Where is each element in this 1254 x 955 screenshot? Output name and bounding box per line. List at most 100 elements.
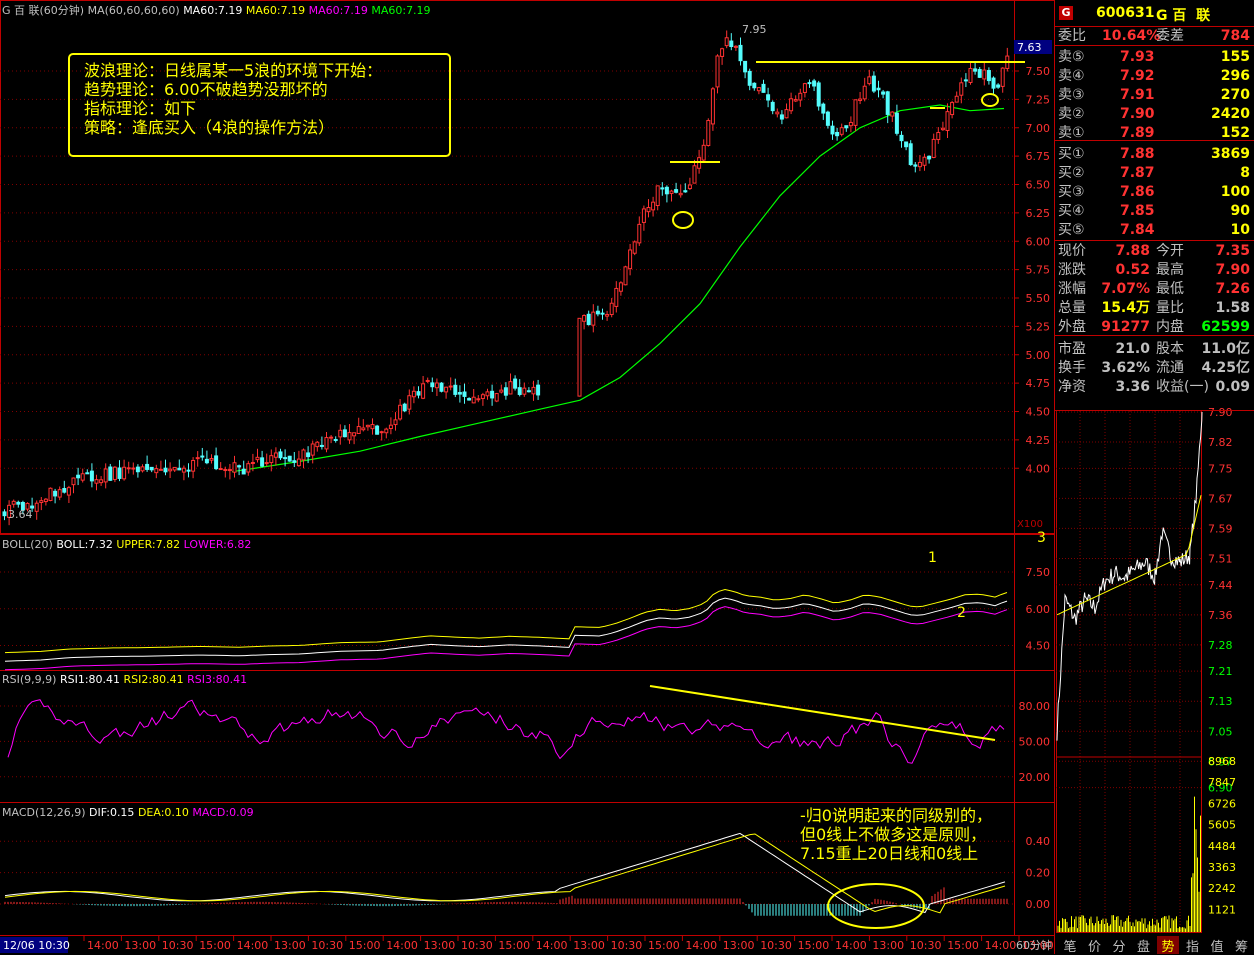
boll-upper: UPPER:7.82 bbox=[116, 538, 181, 551]
boll-tick-label: 6.00 bbox=[1026, 603, 1051, 616]
candle-body bbox=[186, 469, 191, 472]
candle-body bbox=[338, 429, 343, 438]
candle-body bbox=[766, 94, 771, 101]
x-tick-label: 10:30 bbox=[461, 939, 493, 952]
candle-body bbox=[108, 466, 113, 481]
candle-body bbox=[485, 391, 490, 397]
candle-body bbox=[871, 75, 876, 92]
candle-body bbox=[968, 67, 973, 83]
stat-row: 涨跌 0.52 最高 7.90 bbox=[1056, 261, 1254, 280]
candle-body bbox=[329, 436, 334, 439]
candle-body bbox=[655, 185, 660, 207]
candle-body bbox=[706, 120, 711, 146]
candle-body bbox=[71, 477, 76, 486]
candle-body bbox=[582, 315, 587, 322]
candle-body bbox=[756, 87, 761, 92]
candle-body bbox=[775, 111, 780, 115]
sell-volume: 296 bbox=[1220, 68, 1250, 84]
candle-body bbox=[39, 500, 44, 503]
sell-volume: 2420 bbox=[1211, 106, 1250, 122]
x-tick-label: 14:00 bbox=[536, 939, 568, 952]
tab-0[interactable]: 笔 bbox=[1059, 936, 1081, 955]
tab-6[interactable]: 值 bbox=[1206, 936, 1228, 955]
ma-label: MA(60,60,60,60) bbox=[87, 4, 180, 17]
candle-body bbox=[260, 457, 265, 467]
candle-body bbox=[494, 393, 499, 402]
candle-body bbox=[223, 469, 228, 472]
sell-row: 卖① 7.89 152 bbox=[1056, 124, 1254, 143]
boll-mid-line bbox=[4, 597, 1008, 662]
ma-value-3: MA60:7.19 bbox=[308, 4, 368, 17]
candle-body bbox=[126, 467, 131, 470]
candle-body bbox=[94, 479, 99, 484]
candle-body bbox=[375, 425, 380, 435]
intraday-vol-tick: 3363 bbox=[1208, 861, 1236, 874]
buy-label: 买② bbox=[1058, 165, 1085, 181]
candle-body bbox=[177, 467, 182, 471]
strategy-note: 波浪理论：日线属某一5浪的环境下开始： 趋势理论：6.00不破趋势没那坏的 指标… bbox=[68, 53, 451, 157]
period-label: 60分钟 bbox=[1016, 938, 1052, 952]
stat-value: 3.36 bbox=[1115, 379, 1150, 395]
stat-value: 0.09 bbox=[1215, 379, 1250, 395]
date-label: 12/06 10:30 bbox=[3, 939, 70, 952]
candle-body bbox=[356, 426, 361, 434]
candle-body bbox=[577, 317, 582, 397]
candle-body bbox=[835, 131, 840, 137]
buy-row: 买④ 7.85 90 bbox=[1056, 202, 1254, 221]
sell-label: 卖① bbox=[1058, 125, 1085, 141]
tab-5[interactable]: 指 bbox=[1182, 936, 1204, 955]
sell-label: 卖④ bbox=[1058, 68, 1085, 84]
candle-body bbox=[43, 498, 48, 503]
tab-2[interactable]: 分 bbox=[1108, 936, 1130, 955]
candle-body bbox=[292, 460, 297, 463]
tab-7[interactable]: 筹 bbox=[1231, 936, 1253, 955]
stat-value: 15.4万 bbox=[1101, 300, 1150, 316]
candle-body bbox=[402, 403, 407, 412]
x-tick-label: 14:00 bbox=[985, 939, 1017, 952]
intraday-price-tick: 7.05 bbox=[1208, 725, 1233, 738]
tab-4[interactable]: 势 bbox=[1157, 936, 1179, 955]
candle-body bbox=[922, 156, 927, 166]
x-tick-label: 15:00 bbox=[199, 939, 231, 952]
candle-body bbox=[526, 390, 531, 393]
intraday-vol-tick: 7847 bbox=[1208, 776, 1236, 789]
candle-body bbox=[720, 48, 725, 57]
tab-1[interactable]: 价 bbox=[1084, 936, 1106, 955]
candle-body bbox=[393, 419, 398, 426]
boll-mark-2: 2 bbox=[957, 605, 966, 621]
candle-body bbox=[439, 382, 444, 392]
intraday-vol-tick: 5605 bbox=[1208, 819, 1236, 832]
candle-body bbox=[982, 69, 987, 80]
candle-body bbox=[508, 381, 513, 395]
candle-body bbox=[641, 208, 646, 223]
stat-label: 收益(一) bbox=[1156, 379, 1209, 395]
tab-3[interactable]: 盘 bbox=[1133, 936, 1155, 955]
stat-label: 流通 bbox=[1156, 360, 1184, 376]
candle-body bbox=[163, 467, 168, 473]
candle-body bbox=[457, 392, 462, 395]
buy-volume: 90 bbox=[1230, 203, 1250, 219]
quote-panel: 委比 10.64% 委差 784 卖⑤ 7.93 155 卖④ 7.92 296 卖③ 7.9… bbox=[1056, 0, 1254, 410]
candle-body bbox=[416, 391, 421, 396]
candle-body bbox=[853, 99, 858, 126]
main-header: G 百 联(60分钟) MA(60,60,60,60) MA60:7.19 MA… bbox=[2, 2, 431, 18]
candle-body bbox=[227, 469, 232, 472]
buy-volume: 8 bbox=[1240, 165, 1250, 181]
y-tick-label: 5.00 bbox=[1026, 349, 1051, 362]
rsi-line bbox=[7, 699, 1005, 764]
candle-body bbox=[181, 467, 186, 473]
candle-body bbox=[954, 95, 959, 103]
intraday-price-tick: 7.44 bbox=[1208, 579, 1233, 592]
candle-body bbox=[264, 462, 269, 465]
candle-body bbox=[384, 428, 389, 434]
candle-body bbox=[908, 143, 913, 166]
y-tick-label: 4.00 bbox=[1026, 462, 1051, 475]
candle-body bbox=[306, 452, 311, 458]
candle-body bbox=[301, 449, 306, 461]
intraday-vol-tick: 1121 bbox=[1208, 903, 1236, 916]
candle-body bbox=[361, 427, 366, 431]
candle-body bbox=[365, 424, 370, 428]
candle-body bbox=[342, 429, 347, 438]
candle-body bbox=[250, 461, 255, 464]
candle-body bbox=[425, 379, 430, 382]
